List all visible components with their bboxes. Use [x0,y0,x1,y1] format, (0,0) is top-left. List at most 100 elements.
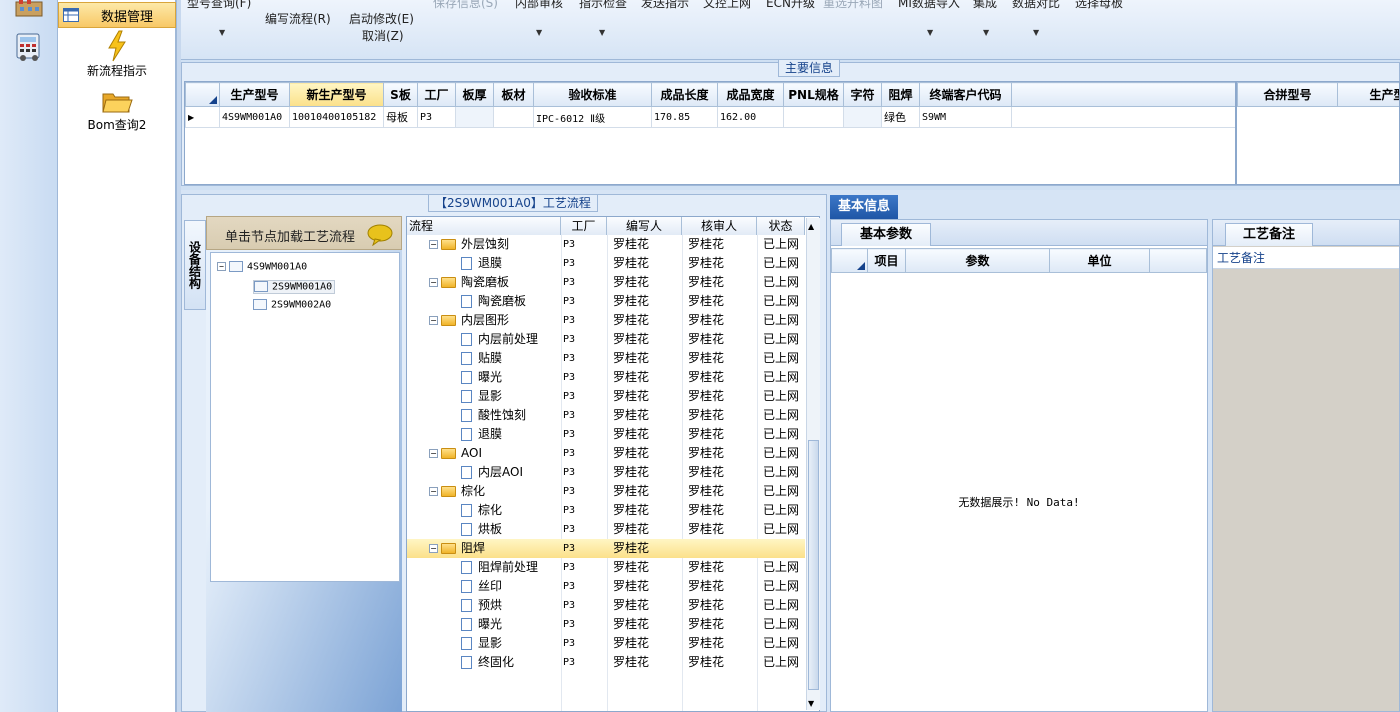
flow-status-cell[interactable]: 已上网 [763,520,799,539]
cell[interactable]: IPC-6012 Ⅱ级 [533,106,652,128]
cell[interactable]: P3 [417,106,456,128]
flow-row[interactable]: 内层AOI P3 罗桂花 罗桂花 已上网 [407,463,805,482]
flow-status-cell[interactable]: 已上网 [763,311,799,330]
flow-writer-cell[interactable]: 罗桂花 [613,292,649,311]
flow-row[interactable]: 贴膜 P3 罗桂花 罗桂花 已上网 [407,349,805,368]
collapse-icon[interactable]: − [217,262,226,271]
nav-data-management[interactable]: 数据管理 [58,2,176,28]
nav-new-flow-instruction[interactable]: 新流程指示 [58,30,176,79]
flow-factory-cell[interactable]: P3 [563,577,575,596]
flow-status-cell[interactable]: 已上网 [763,235,799,254]
flow-name-cell[interactable]: 内层前处理 [461,330,538,349]
flow-factory-cell[interactable]: P3 [563,615,575,634]
cell[interactable]: 母板 [383,106,418,128]
flow-reviewer-cell[interactable]: 罗桂花 [688,615,724,634]
flow-reviewer-cell[interactable]: 罗桂花 [688,254,724,273]
instruction-check-button[interactable]: 指示检查 [579,0,627,11]
col-header[interactable]: 参数 [905,248,1050,273]
col-header[interactable]: 字符 [843,82,882,107]
flow-status-cell[interactable]: 已上网 [763,634,799,653]
nav-bom-query2[interactable]: Bom查询2 [58,88,176,133]
flow-writer-cell[interactable]: 罗桂花 [613,596,649,615]
flow-writer-cell[interactable]: 罗桂花 [613,425,649,444]
flow-writer-cell[interactable]: 罗桂花 [613,558,649,577]
collapse-icon[interactable]: − [429,449,438,458]
flow-writer-cell[interactable]: 罗桂花 [613,634,649,653]
flow-row[interactable]: 曝光 P3 罗桂花 罗桂花 已上网 [407,615,805,634]
flow-row[interactable]: 退膜 P3 罗桂花 罗桂花 已上网 [407,425,805,444]
flow-writer-cell[interactable]: 罗桂花 [613,406,649,425]
col-header[interactable]: S板 [383,82,418,107]
flow-writer-cell[interactable]: 罗桂花 [613,330,649,349]
mi-import-button[interactable]: MI数据导入 [898,0,960,11]
flow-factory-cell[interactable]: P3 [563,501,575,520]
flow-factory-cell[interactable]: P3 [563,292,575,311]
reselect-material-button[interactable]: 重选开料图 [823,0,883,11]
cell[interactable]: 170.85 [651,106,718,128]
flow-status-cell[interactable]: 已上网 [763,596,799,615]
flow-row[interactable]: 退膜 P3 罗桂花 罗桂花 已上网 [407,254,805,273]
flow-reviewer-cell[interactable]: 罗桂花 [688,311,724,330]
flow-factory-cell[interactable]: P3 [563,463,575,482]
col-header[interactable]: 终端客户代码 [919,82,1012,107]
flow-row[interactable]: 内层前处理 P3 罗桂花 罗桂花 已上网 [407,330,805,349]
flow-status-cell[interactable]: 已上网 [763,577,799,596]
instruction-check-dropdown-icon[interactable]: ▼ [599,28,605,37]
flow-writer-cell[interactable]: 罗桂花 [613,254,649,273]
flow-factory-cell[interactable]: P3 [563,520,575,539]
internal-review-button[interactable]: 内部审核 [515,0,563,11]
col-header[interactable]: 板材 [493,82,534,107]
start-modify-button[interactable]: 启动修改(E) [349,10,414,27]
send-instruction-button[interactable]: 发送指示 [641,0,689,11]
flow-reviewer-cell[interactable]: 罗桂花 [688,444,724,463]
flow-factory-cell[interactable]: P3 [563,482,575,501]
collapse-icon[interactable]: − [429,240,438,249]
flow-name-cell[interactable]: 终固化 [461,653,514,672]
flow-row[interactable]: − 阻焊 P3 罗桂花 [407,539,805,558]
flow-status-cell[interactable]: 已上网 [763,615,799,634]
flow-name-cell[interactable]: 曝光 [461,615,502,634]
cell[interactable] [493,106,534,128]
data-compare-dropdown-icon[interactable]: ▼ [1033,28,1039,37]
flow-status-cell[interactable]: 已上网 [763,349,799,368]
flow-row[interactable]: − 棕化 P3 罗桂花 罗桂花 已上网 [407,482,805,501]
cell[interactable]: 绿色 [881,106,920,128]
model-query-button[interactable]: 型号查询(F) [187,0,251,11]
flow-name-cell[interactable]: 丝印 [461,577,502,596]
flow-row[interactable]: 阻焊前处理 P3 罗桂花 罗桂花 已上网 [407,558,805,577]
flow-writer-cell[interactable]: 罗桂花 [613,463,649,482]
flow-name-cell[interactable]: 显影 [461,387,502,406]
flow-reviewer-cell[interactable]: 罗桂花 [688,577,724,596]
flow-reviewer-cell[interactable]: 罗桂花 [688,653,724,672]
flow-row[interactable]: 陶瓷磨板 P3 罗桂花 罗桂花 已上网 [407,292,805,311]
flow-status-cell[interactable]: 已上网 [763,387,799,406]
col-header[interactable]: 新生产型号 [289,82,384,107]
flow-reviewer-cell[interactable]: 罗桂花 [688,520,724,539]
factory-icon[interactable] [14,0,44,22]
flow-reviewer-cell[interactable]: 罗桂花 [688,292,724,311]
cell[interactable]: 162.00 [717,106,784,128]
col-header[interactable]: 成品长度 [651,82,718,107]
flow-factory-cell[interactable]: P3 [563,349,575,368]
col-header[interactable]: 验收标准 [533,82,652,107]
col-header[interactable]: 阻焊 [881,82,920,107]
flow-status-cell[interactable]: 已上网 [763,444,799,463]
col-header[interactable]: 单位 [1049,248,1150,273]
integration-dropdown-icon[interactable]: ▼ [983,28,989,37]
col-header[interactable]: 工厂 [417,82,456,107]
col-header[interactable]: 生产型号 [219,82,290,107]
flow-name-cell[interactable]: − 内层图形 [429,311,509,330]
flow-reviewer-cell[interactable]: 罗桂花 [688,425,724,444]
tab-basic-params[interactable]: 基本参数 [841,223,931,246]
flow-status-cell[interactable]: 已上网 [763,558,799,577]
flow-reviewer-cell[interactable]: 罗桂花 [688,330,724,349]
col-header[interactable]: 生产型 [1337,82,1399,107]
cell[interactable] [843,106,882,128]
cell[interactable] [455,106,494,128]
flow-row[interactable]: 预烘 P3 罗桂花 罗桂花 已上网 [407,596,805,615]
flow-status-cell[interactable]: 已上网 [763,368,799,387]
flow-row[interactable]: − 内层图形 P3 罗桂花 罗桂花 已上网 [407,311,805,330]
flow-writer-cell[interactable]: 罗桂花 [613,482,649,501]
col-header[interactable]: 编写人 [607,217,682,235]
flow-name-cell[interactable]: 退膜 [461,425,502,444]
